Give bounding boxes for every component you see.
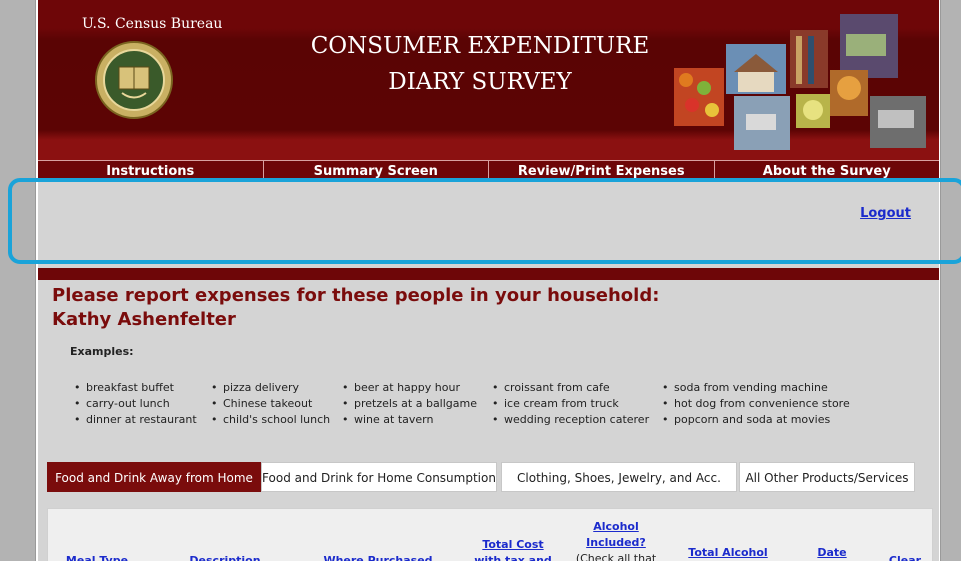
report-heading: Please report expenses for these people … (52, 284, 659, 332)
example-item: wedding reception caterer (492, 412, 649, 428)
alcohol-line-1: Alcohol (593, 520, 639, 533)
col-header-meal-type[interactable]: Meal Type (62, 553, 132, 561)
col-header-clear[interactable]: Clear (880, 553, 930, 561)
tab-food-home-consumption[interactable]: Food and Drink for Home Consumption (261, 462, 497, 492)
report-instruction: Please report expenses for these people … (52, 285, 660, 306)
examples-column-4: croissant from cafe ice cream from truck… (492, 380, 649, 428)
left-gutter (0, 0, 36, 561)
example-item: soda from vending machine (662, 380, 850, 396)
tab-clothing-shoes-jewelry[interactable]: Clothing, Shoes, Jewelry, and Acc. (501, 462, 737, 492)
tab-food-away-from-home[interactable]: Food and Drink Away from Home (47, 462, 261, 492)
example-item: beer at happy hour (342, 380, 477, 396)
col-header-total-alcohol[interactable]: Total Alcohol (678, 545, 778, 561)
example-item: pizza delivery (211, 380, 330, 396)
expense-table: Meal Type Description Where Purchased To… (47, 508, 933, 561)
col-header-where-purchased[interactable]: Where Purchased (318, 553, 438, 561)
example-item: child's school lunch (211, 412, 330, 428)
title-line-2: DIARY SURVEY (388, 69, 572, 95)
photo-collage (674, 14, 926, 150)
right-gutter (940, 0, 961, 561)
total-cost-line-2: with tax and (474, 554, 552, 561)
example-item: dinner at restaurant (74, 412, 197, 428)
example-item: breakfast buffet (74, 380, 197, 396)
example-item: Chinese takeout (211, 396, 330, 412)
site-header: U.S. Census Bureau CONSUMER EXPENDITURE … (38, 0, 939, 160)
total-cost-line-1: Total Cost (482, 538, 544, 551)
example-item: hot dog from convenience store (662, 396, 850, 412)
example-item: pretzels at a ballgame (342, 396, 477, 412)
col-header-date[interactable]: Date (804, 545, 860, 561)
examples-column-2: pizza delivery Chinese takeout child's s… (211, 380, 330, 428)
tab-all-other-products[interactable]: All Other Products/Services (739, 462, 915, 492)
example-item: ice cream from truck (492, 396, 649, 412)
site-title: CONSUMER EXPENDITURE DIARY SURVEY (300, 28, 660, 100)
household-person: Kathy Ashenfelter (52, 309, 236, 330)
census-seal-icon (95, 41, 173, 119)
page: U.S. Census Bureau CONSUMER EXPENDITURE … (38, 0, 939, 561)
example-item: croissant from cafe (492, 380, 649, 396)
example-item: carry-out lunch (74, 396, 197, 412)
col-header-alcohol-included[interactable]: Alcohol Included? (Check all that (566, 519, 666, 561)
examples-column-3: beer at happy hour pretzels at a ballgam… (342, 380, 477, 428)
divider-bar (38, 268, 939, 280)
col-header-total-cost[interactable]: Total Cost with tax and (468, 537, 558, 561)
examples-column-5: soda from vending machine hot dog from c… (662, 380, 850, 428)
example-item: wine at tavern (342, 412, 477, 428)
highlight-box (8, 178, 961, 264)
alcohol-line-2: Included? (586, 536, 646, 549)
col-header-description[interactable]: Description (180, 553, 270, 561)
examples-label: Examples: (70, 345, 134, 358)
alcohol-note: (Check all that (575, 552, 657, 561)
bureau-name: U.S. Census Bureau (82, 16, 223, 32)
example-item: popcorn and soda at movies (662, 412, 850, 428)
examples-column-1: breakfast buffet carry-out lunch dinner … (74, 380, 197, 428)
title-line-1: CONSUMER EXPENDITURE (310, 33, 650, 59)
